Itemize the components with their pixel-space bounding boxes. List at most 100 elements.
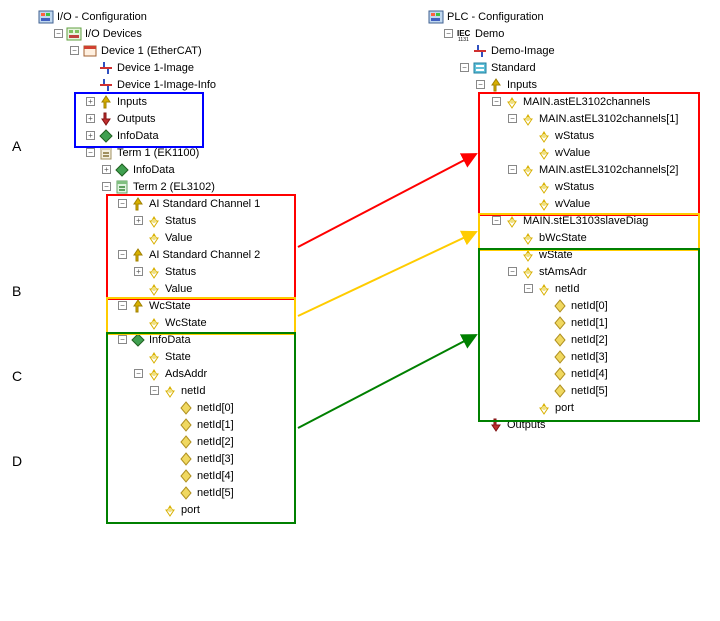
tree-r-netid5[interactable]: netId[5] — [428, 382, 708, 399]
tree-infodata2[interactable]: −InfoData — [38, 331, 398, 348]
tree-netid5[interactable]: netId[5] — [38, 484, 398, 501]
var-in-icon — [146, 281, 162, 297]
tree-ai-ch2-value[interactable]: Value — [38, 280, 398, 297]
tree-ai-ch2[interactable]: −AI Standard Channel 2 — [38, 246, 398, 263]
expander-icon[interactable]: − — [492, 216, 501, 225]
terminal-icon — [98, 145, 114, 161]
expander-icon[interactable]: − — [508, 267, 517, 276]
expander-icon[interactable]: − — [86, 148, 95, 157]
expander-icon[interactable]: − — [150, 386, 159, 395]
tree-ch2[interactable]: −MAIN.astEL3102channels[2] — [428, 161, 708, 178]
expander-icon[interactable]: − — [476, 80, 485, 89]
tree-r-port[interactable]: port — [428, 399, 708, 416]
tree-ch1[interactable]: −MAIN.astEL3102channels[1] — [428, 110, 708, 127]
expander-icon[interactable]: − — [118, 199, 127, 208]
tree-label: I/O Devices — [85, 28, 142, 40]
tree-adsaddr[interactable]: −AdsAddr — [38, 365, 398, 382]
tree-netid4[interactable]: netId[4] — [38, 467, 398, 484]
tree-r-netid2[interactable]: netId[2] — [428, 331, 708, 348]
tree-slavediag[interactable]: − MAIN.stEL3103slaveDiag — [428, 212, 708, 229]
expander-icon[interactable]: + — [134, 267, 143, 276]
tree-root-io[interactable]: I/O - Configuration — [38, 8, 398, 25]
tree-wstate[interactable]: wState — [428, 246, 708, 263]
var-icon — [552, 383, 568, 399]
tree-standard[interactable]: −Standard — [428, 59, 708, 76]
tree-ai-ch1[interactable]: −AI Standard Channel 1 — [38, 195, 398, 212]
tree-wcstate-group[interactable]: −WcState — [38, 297, 398, 314]
tree-netid2[interactable]: netId[2] — [38, 433, 398, 450]
infodata-icon — [114, 162, 130, 178]
tree-netid1[interactable]: netId[1] — [38, 416, 398, 433]
tree-r-netid1[interactable]: netId[1] — [428, 314, 708, 331]
tree-ai-ch1-value[interactable]: Value — [38, 229, 398, 246]
tree-device1[interactable]: −Device 1 (EtherCAT) — [38, 42, 398, 59]
var-in-icon — [520, 162, 536, 178]
expander-icon[interactable]: − — [134, 369, 143, 378]
var-icon — [178, 417, 194, 433]
tree-term1-infodata[interactable]: +InfoData — [38, 161, 398, 178]
expander-icon[interactable]: − — [508, 114, 517, 123]
tree-r-outputs[interactable]: Outputs — [428, 416, 708, 433]
tree-port[interactable]: port — [38, 501, 398, 518]
tree-dev1-image[interactable]: Device 1-Image — [38, 59, 398, 76]
tree-r-netid0[interactable]: netId[0] — [428, 297, 708, 314]
expander-icon[interactable]: − — [118, 250, 127, 259]
tree-netid[interactable]: −netId — [38, 382, 398, 399]
tree-io-devices[interactable]: − I/O Devices — [38, 25, 398, 42]
tree-ch2-wstatus[interactable]: wStatus — [428, 178, 708, 195]
tree-infodata[interactable]: +InfoData — [38, 127, 398, 144]
tree-netid0[interactable]: netId[0] — [38, 399, 398, 416]
tree-r-netid[interactable]: −netId — [428, 280, 708, 297]
expander-icon[interactable]: + — [86, 97, 95, 106]
var-in-icon — [536, 179, 552, 195]
io-config-tree: A B C D I/O - Configuration −I/O Devices… — [8, 8, 398, 518]
tree-ch1-wvalue[interactable]: wValue — [428, 144, 708, 161]
tree-inputs[interactable]: +Inputs — [38, 93, 398, 110]
expander-icon[interactable]: − — [54, 29, 63, 38]
expander-icon[interactable]: + — [134, 216, 143, 225]
expander-icon[interactable]: + — [86, 131, 95, 140]
expander-icon[interactable]: − — [460, 63, 469, 72]
tree-netid3[interactable]: netId[3] — [38, 450, 398, 467]
tree-dev1-image-info[interactable]: Device 1-Image-Info — [38, 76, 398, 93]
tree-r-netid4[interactable]: netId[4] — [428, 365, 708, 382]
tree-ch1-wstatus[interactable]: wStatus — [428, 127, 708, 144]
tree-label: State — [165, 351, 191, 363]
tree-r-inputs[interactable]: −Inputs — [428, 76, 708, 93]
tree-demo[interactable]: −Demo — [428, 25, 708, 42]
expander-icon[interactable]: − — [70, 46, 79, 55]
expander-icon[interactable]: + — [86, 114, 95, 123]
tree-ai-ch2-status[interactable]: +Status — [38, 263, 398, 280]
tree-root-plc[interactable]: PLC - Configuration — [428, 8, 708, 25]
tree-main-channels[interactable]: −MAIN.astEL3102channels — [428, 93, 708, 110]
var-in-icon — [536, 145, 552, 161]
var-icon — [178, 434, 194, 450]
tree-state[interactable]: State — [38, 348, 398, 365]
tree-label: netId[3] — [197, 453, 234, 465]
expander-icon[interactable]: − — [524, 284, 533, 293]
tree-demo-image[interactable]: Demo-Image — [428, 42, 708, 59]
tree-term1[interactable]: −Term 1 (EK1100) — [38, 144, 398, 161]
tree-label: Value — [165, 283, 192, 295]
tree-wcstate[interactable]: WcState — [38, 314, 398, 331]
var-in-icon — [146, 213, 162, 229]
tree-ch2-wvalue[interactable]: wValue — [428, 195, 708, 212]
tree-label: stAmsAdr — [539, 266, 587, 278]
tree-bwcstate[interactable]: bWcState — [428, 229, 708, 246]
expander-icon[interactable]: − — [118, 301, 127, 310]
tree-stamsadr[interactable]: − stAmsAdr — [428, 263, 708, 280]
var-in-icon — [146, 349, 162, 365]
expander-icon[interactable]: − — [102, 182, 111, 191]
tree-label: netId[0] — [571, 300, 608, 312]
tree-ai-ch1-status[interactable]: +Status — [38, 212, 398, 229]
expander-icon[interactable]: − — [508, 165, 517, 174]
tree-label: wValue — [555, 147, 590, 159]
expander-icon[interactable]: − — [118, 335, 127, 344]
expander-icon[interactable]: − — [444, 29, 453, 38]
tree-r-netid3[interactable]: netId[3] — [428, 348, 708, 365]
tree-label: MAIN.stEL3103slaveDiag — [523, 215, 648, 227]
tree-outputs[interactable]: +Outputs — [38, 110, 398, 127]
tree-term2[interactable]: −Term 2 (EL3102) — [38, 178, 398, 195]
expander-icon[interactable]: + — [102, 165, 111, 174]
expander-icon[interactable]: − — [492, 97, 501, 106]
